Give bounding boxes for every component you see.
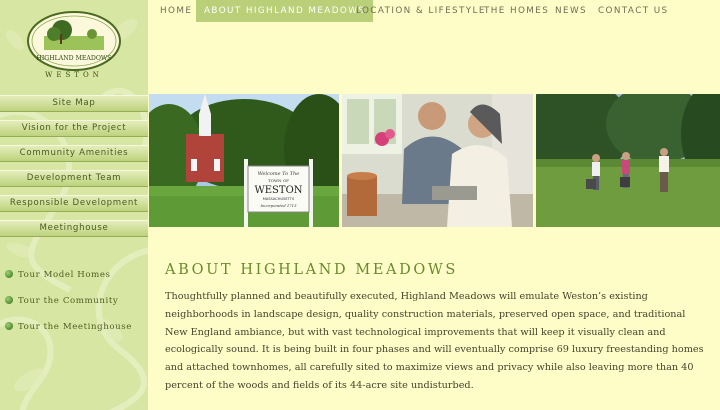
nav-news[interactable]: NEWS: [555, 0, 587, 22]
nav-location-lifestyle[interactable]: LOCATION & LIFESTYLE: [356, 0, 486, 22]
photo-family-meadow: [536, 94, 720, 227]
tour-label: Tour the Meetinghouse: [18, 322, 132, 332]
sidebar-item-amenities[interactable]: Community Amenities: [0, 145, 148, 162]
nav-home[interactable]: HOME: [160, 0, 192, 22]
intro-paragraph: Thoughtfully planned and beautifully exe…: [165, 291, 704, 391]
photo-couple-cooking: [342, 94, 533, 227]
tour-community-link[interactable]: Tour the Community: [5, 294, 118, 308]
sidebar-item-development-team[interactable]: Development Team: [0, 170, 148, 187]
sidebar-item-vision[interactable]: Vision for the Project: [0, 120, 148, 137]
sidebar-item-site-map[interactable]: Site Map: [0, 95, 148, 112]
sidebar-item-responsible-development[interactable]: Responsible Development: [0, 195, 148, 212]
sidebar-item-meetinghouse[interactable]: Meetinghouse: [0, 220, 148, 237]
sign-line: Incorporated 1713: [259, 203, 297, 208]
tour-meetinghouse-link[interactable]: Tour the Meetinghouse: [5, 320, 132, 334]
sign-line: TOWN OF: [268, 178, 289, 183]
tour-label: Tour the Community: [18, 296, 119, 306]
nav-about[interactable]: ABOUT HIGHLAND MEADOWS: [196, 0, 374, 22]
svg-text:HIGHLAND MEADOWS: HIGHLAND MEADOWS: [36, 55, 111, 62]
nav-the-homes[interactable]: THE HOMES: [484, 0, 549, 22]
nav-contact-us[interactable]: CONTACT US: [598, 0, 669, 22]
sign-line: MASSACHUSETTS: [263, 197, 295, 201]
tour-model-homes-link[interactable]: Tour Model Homes: [5, 268, 111, 282]
logo-caption: WESTON: [45, 71, 103, 79]
sign-line: WESTON: [254, 185, 302, 196]
sidebar: HIGHLAND MEADOWS WESTON Site Map Vision …: [0, 0, 148, 410]
page-heading: ABOUT HIGHLAND MEADOWS: [165, 262, 458, 278]
sign-line: Welcome To The: [258, 171, 299, 177]
bullet-icon: [5, 296, 13, 304]
bullet-icon: [5, 270, 13, 278]
logo-emblem: HIGHLAND MEADOWS: [27, 11, 121, 71]
bullet-icon: [5, 322, 13, 330]
tour-label: Tour Model Homes: [18, 270, 111, 280]
photo-weston-sign: Welcome To The TOWN OF WESTON MASSACHUSE…: [149, 94, 339, 227]
